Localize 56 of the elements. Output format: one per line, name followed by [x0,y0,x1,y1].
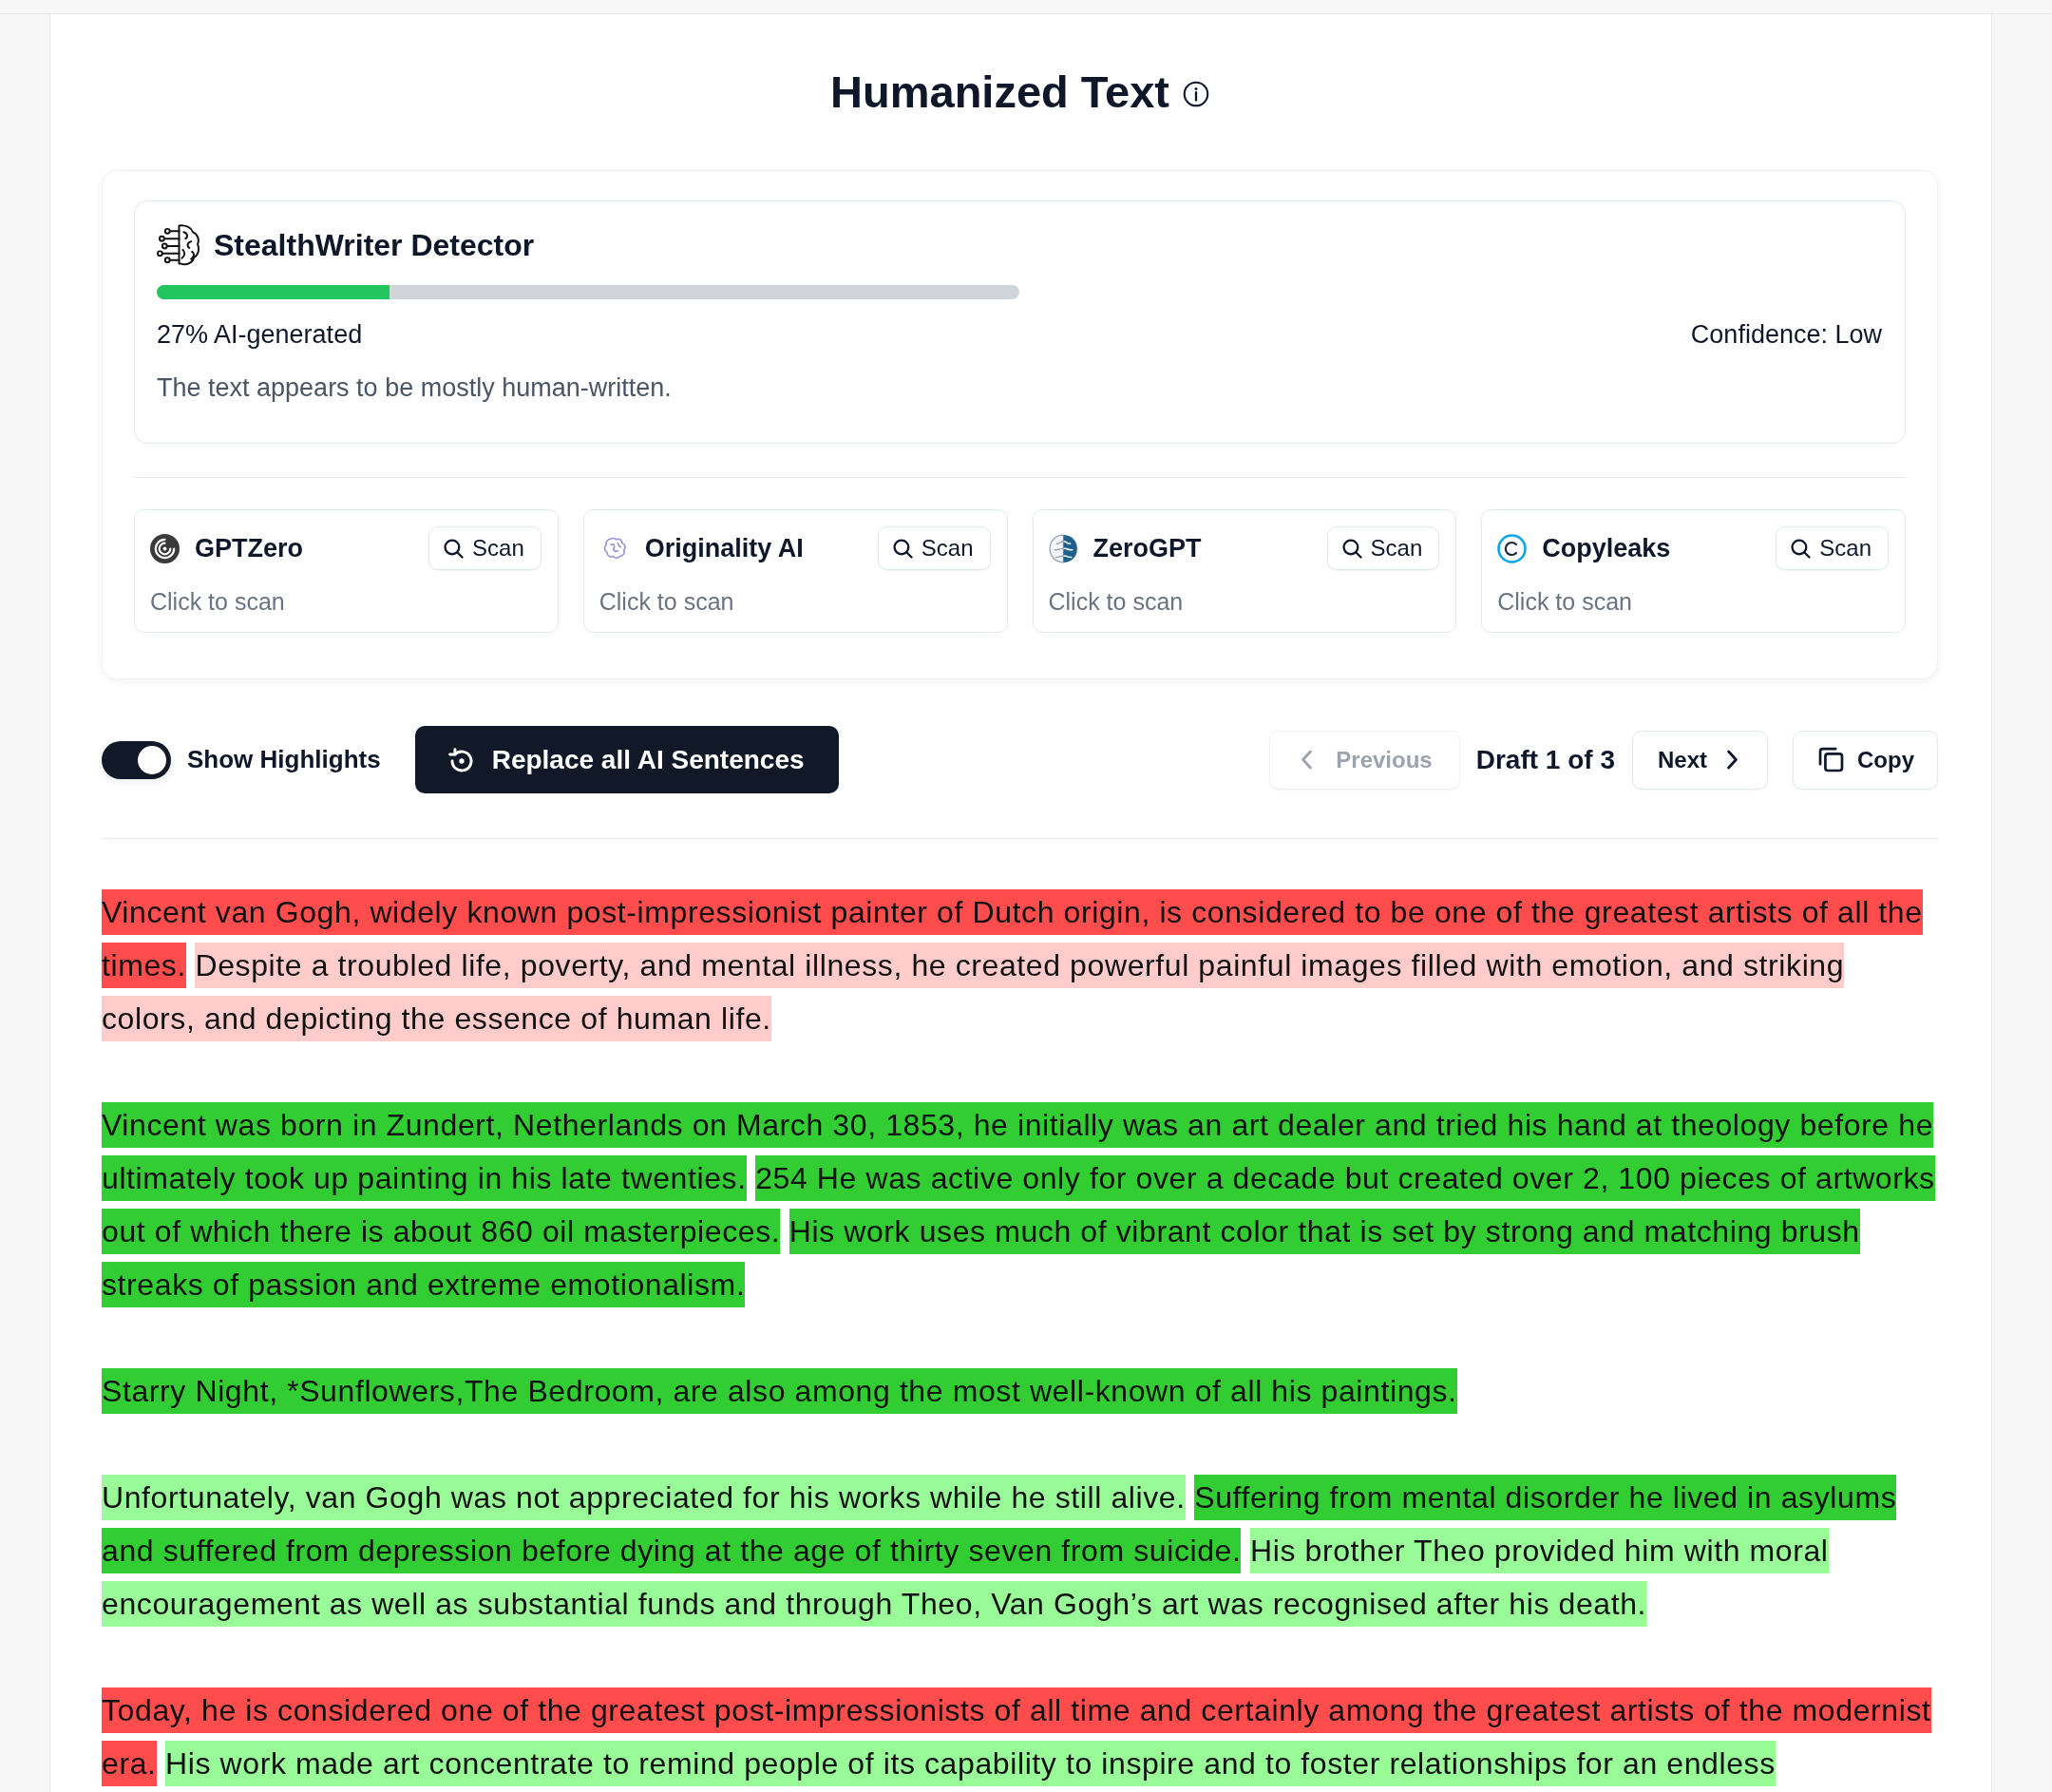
highlighted-text: Unfortunately, van Gogh was not appreciated for his works while he still alive. [102,1475,1186,1520]
chevron-left-icon [1301,750,1314,770]
highlighted-text: colors, and depicting the essence of human life. [102,996,771,1041]
highlighted-text: ultimately took up painting in his late twenties. [102,1155,747,1201]
scanner-name: GPTZero [195,533,303,563]
scan-status: Click to scan [1497,587,1633,617]
search-icon [892,538,913,559]
chevron-right-icon [1726,750,1738,770]
toggle-label: Show Highlights [187,745,381,774]
summary-text: The text appears to be mostly human-written. [157,372,673,404]
confidence-label: Confidence: Low [1690,319,1882,351]
scan-status: Click to scan [150,587,286,617]
highlighted-text: streaks of passion and extreme emotionalism. [102,1262,746,1307]
search-icon [1341,538,1362,559]
highlighted-text: and suffered from depression before dying at the age of thirty seven from suicide. [102,1528,1242,1573]
copy-icon [1818,747,1844,772]
scan-button[interactable]: Scan [1326,526,1440,570]
brain-icon [602,537,626,560]
highlighted-text: times. [102,943,186,988]
scanner-name: Copyleaks [1542,533,1671,563]
brain-circuit-icon [157,223,200,267]
scan-button[interactable]: Scan [877,526,991,570]
page-title: Humanized Text [830,67,1169,118]
scan-button[interactable]: Scan [428,526,542,570]
highlighted-text: Vincent van Gogh, widely known post-impressionist painter of Dutch origin, is considered to be one of the greatest artists of all the [102,889,1923,935]
next-button[interactable]: Next [1631,730,1768,790]
highlighted-text: era. [102,1741,157,1786]
search-icon [1791,538,1812,559]
scanner-name: ZeroGPT [1092,533,1202,563]
ai-score: 27% AI-generated [157,319,363,351]
scan-status: Click to scan [1048,587,1185,617]
highlighted-text: encouragement as well as substantial funds and through Theo, Van Gogh’s art was recognised after his death. [102,1581,1647,1627]
spiral-disc-icon [150,533,180,563]
scan-button[interactable]: Scan [1776,526,1889,570]
copy-button[interactable]: Copy [1793,730,1938,790]
highlighted-text: Today, he is considered one of the greatest post-impressionists of all time and certainly among the greatest artists of the modernist [102,1687,1931,1733]
highlighted-text: out of which there is about 860 oil masterpieces. [102,1209,781,1254]
circled-c-icon [1497,533,1528,563]
split-brain-icon [1048,533,1078,563]
replace-all-button[interactable]: Replace all AI Sentences [414,726,839,793]
highlights-toggle[interactable] [102,740,171,779]
search-icon [444,538,465,559]
highlighted-text: Starry Night, *Sunflowers,The Bedroom, are also among the most well-known of all his paintings. [102,1368,1457,1414]
highlighted-text: Despite a troubled life, poverty, and mental illness, he created powerful painful images filled with emotion, and striking [195,943,1845,988]
highlighted-text: His work made art concentrate to remind people of its capability to inspire and to foster relationships for an endless [165,1741,1776,1786]
scanner-name: Originality AI [644,533,804,563]
highlighted-text: Vincent was born in Zundert, Netherlands on March 30, 1853, he initially was an art dealer and tried his hand at theology before he [102,1102,1934,1148]
highlighted-text: His work uses much of vibrant color that is set by strong and matching brush [788,1209,1860,1254]
highlighted-text: Suffering from mental disorder he lived in asylums [1194,1475,1897,1520]
scan-status: Click to scan [598,587,735,617]
refresh-icon [447,747,473,772]
draft-counter: Draft 1 of 3 [1475,744,1615,775]
highlighted-text: 254 He was active only for over a decade but created over 2, 100 pieces of artworks [755,1155,1935,1201]
detector-name: StealthWriter Detector [214,227,535,263]
info-icon [1182,81,1209,107]
highlighted-text: His brother Theo provided him with moral [1250,1528,1829,1573]
